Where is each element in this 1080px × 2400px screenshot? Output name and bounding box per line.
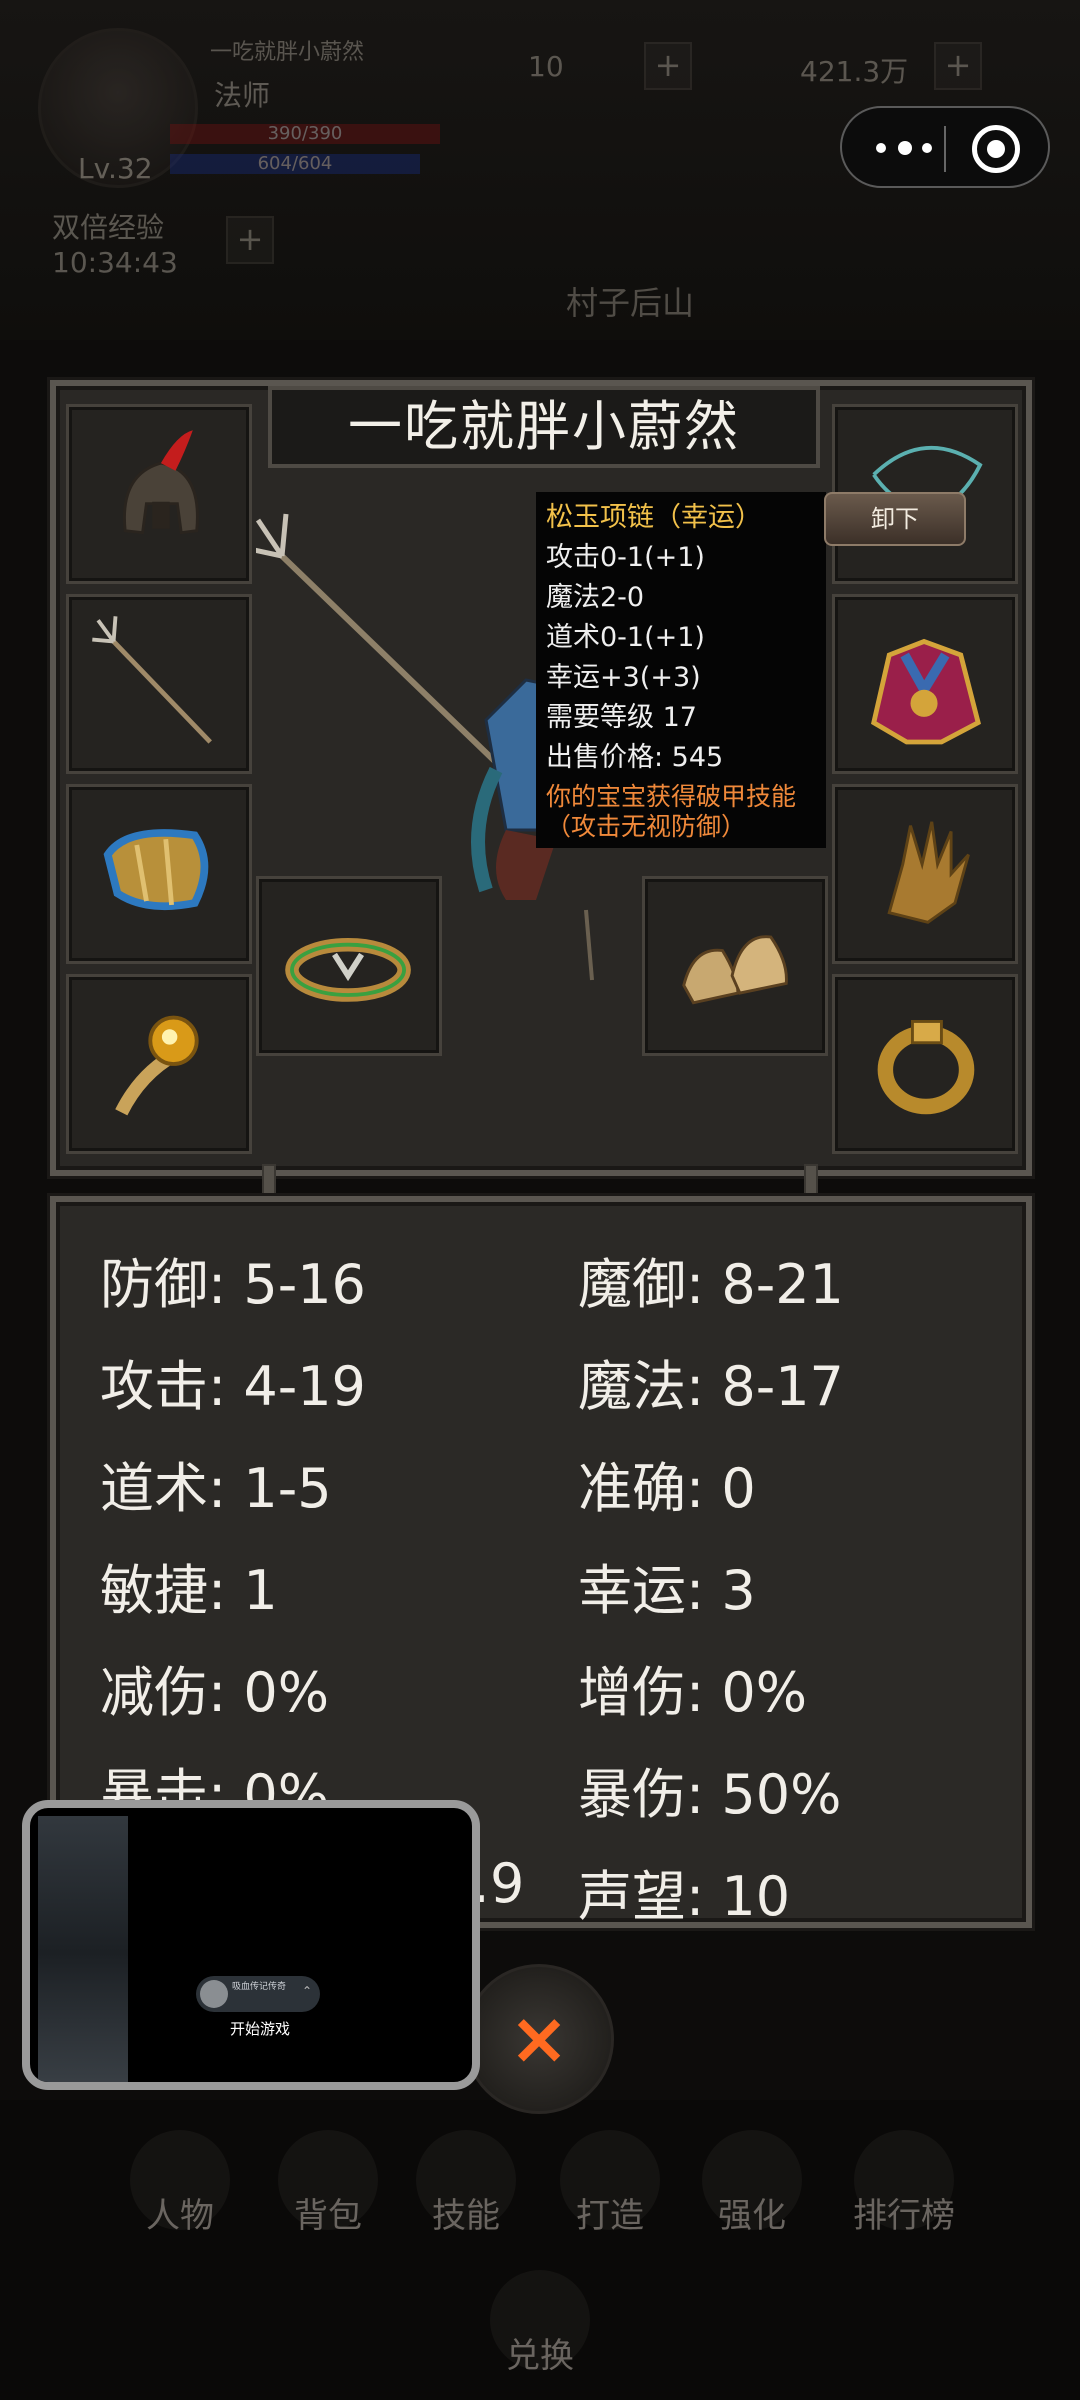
tooltip-sell-price: 出售价格: 545 <box>546 742 724 773</box>
stat-crit-damage: 暴伤: 50% <box>578 1763 842 1826</box>
nav-skills[interactable]: 技能 <box>406 2130 526 2250</box>
ring-icon <box>877 1020 975 1115</box>
currency2-plus-button[interactable]: + <box>934 42 982 90</box>
armor-icon <box>871 638 981 745</box>
nav-label: 技能 <box>432 2196 500 2236</box>
stat-luck: 幸运: 3 <box>578 1559 756 1622</box>
hud-level: Lv.32 <box>78 152 153 185</box>
tooltip-item-name: 松玉项链（幸运） <box>546 502 762 533</box>
nav-label: 排行榜 <box>853 2196 955 2236</box>
hud-class: 法师 <box>214 79 271 112</box>
currency1-plus-button[interactable]: + <box>644 42 692 90</box>
amulet-slot[interactable] <box>66 974 252 1154</box>
mp-text: 604/604 <box>257 153 333 174</box>
nav-character[interactable]: 人物 <box>120 2130 240 2250</box>
stat-taoism: 道术: 1-5 <box>100 1457 332 1520</box>
exp-plus-button[interactable]: + <box>226 216 274 264</box>
capsule-divider <box>944 126 946 172</box>
nav-enhance[interactable]: 强化 <box>692 2130 812 2250</box>
mp-bar: 604/604 <box>170 153 420 174</box>
tooltip-taoism: 道术0-1(+1) <box>546 622 705 653</box>
currency1-value: 10 <box>528 50 564 83</box>
currency2-value: 421.3万 <box>800 55 909 88</box>
more-icon[interactable] <box>876 130 946 166</box>
bracer-icon <box>103 829 209 911</box>
stat-damage-reduction: 减伤: 0% <box>100 1661 330 1724</box>
helmet-slot[interactable] <box>66 404 252 584</box>
tooltip-attack: 攻击0-1(+1) <box>546 542 705 573</box>
right-ring-slot[interactable] <box>832 974 1018 1154</box>
start-game-label[interactable]: 开始游戏 <box>190 2018 330 2039</box>
float-user-chip[interactable]: 吸血传记传奇 ⌃ <box>196 1976 320 2012</box>
helmet-icon <box>123 430 199 535</box>
floating-video-window[interactable]: 吸血传记传奇 ⌃ 开始游戏 <box>22 1800 480 2090</box>
stat-defense: 防御: 5-16 <box>100 1253 366 1316</box>
character-name-title: 一吃就胖小蔚然 <box>268 386 820 468</box>
nav-label: 兑换 <box>506 2336 574 2376</box>
close-miniprogram-icon[interactable] <box>972 125 1020 173</box>
glove-slot[interactable] <box>832 784 1018 964</box>
nav-label: 人物 <box>146 2196 214 2236</box>
item-tooltip: 松玉项链（幸运） 攻击0-1(+1) 魔法2-0 道术0-1(+1) 幸运+3(… <box>536 492 826 848</box>
weapon-slot[interactable] <box>66 594 252 774</box>
amulet-icon <box>115 1015 199 1116</box>
hp-text: 390/390 <box>267 123 343 144</box>
video-thumbnail <box>38 1816 128 2082</box>
close-icon: × <box>508 1996 570 2080</box>
stat-reputation: 声望: 10 <box>578 1865 791 1928</box>
double-exp-timer: 10:34:43 <box>52 246 178 279</box>
nav-label: 打造 <box>576 2196 644 2236</box>
stat-attack: 攻击: 4-19 <box>100 1355 366 1418</box>
nav-forge[interactable]: 打造 <box>550 2130 670 2250</box>
tooltip-required-level: 需要等级 17 <box>546 702 697 733</box>
stat-magic-defense: 魔御: 8-21 <box>578 1253 844 1316</box>
unequip-button[interactable]: 卸下 <box>824 492 966 546</box>
nav-label: 背包 <box>294 2196 362 2236</box>
tooltip-luck: 幸运+3(+3) <box>546 662 701 693</box>
tooltip-magic: 魔法2-0 <box>546 582 645 613</box>
glove-icon <box>887 821 970 924</box>
stat-damage-bonus: 增伤: 0% <box>578 1661 808 1724</box>
nav-bag[interactable]: 背包 <box>268 2130 388 2250</box>
stat-magic: 魔法: 8-17 <box>578 1355 844 1418</box>
float-user-text: 吸血传记传奇 <box>232 1982 287 1992</box>
user-avatar <box>200 1980 228 2008</box>
nav-exchange[interactable]: 兑换 <box>480 2270 600 2390</box>
bracer-slot[interactable] <box>66 784 252 964</box>
map-name: 村子后山 <box>566 284 695 322</box>
nav-leaderboard[interactable]: 排行榜 <box>844 2130 964 2250</box>
double-exp-label: 双倍经验 <box>52 211 165 244</box>
trident-icon <box>92 616 212 744</box>
stat-agility: 敏捷: 1 <box>100 1559 278 1622</box>
chevron-icon: ⌃ <box>301 1984 312 1998</box>
miniprogram-capsule <box>840 106 1050 188</box>
close-panel-button[interactable]: × <box>464 1964 614 2114</box>
hp-bar: 390/390 <box>170 123 440 144</box>
hud-player-name: 一吃就胖小蔚然 <box>210 40 365 65</box>
stat-accuracy: 准确: 0 <box>578 1457 756 1520</box>
tooltip-skill: 你的宝宝获得破甲技能（攻击无视防御） <box>546 782 797 841</box>
nav-label: 强化 <box>718 2196 786 2236</box>
armor-slot[interactable] <box>832 594 1018 774</box>
